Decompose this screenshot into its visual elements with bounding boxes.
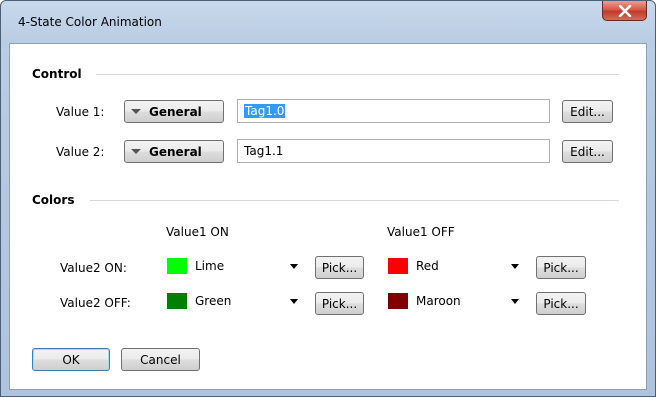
- control-section-label: Control: [32, 67, 82, 81]
- close-icon: [618, 4, 631, 17]
- value2-type-dropdown[interactable]: General: [124, 140, 224, 163]
- control-divider: [96, 74, 619, 75]
- value2-tag-input[interactable]: Tag1.1: [237, 139, 550, 163]
- combo-arrow-icon: [511, 299, 519, 304]
- window-title: 4-State Color Animation: [18, 15, 162, 29]
- value1-type-dropdown[interactable]: General: [124, 100, 224, 123]
- color-name: Green: [195, 293, 232, 308]
- color-name: Maroon: [416, 293, 461, 308]
- combo-arrow-icon: [290, 264, 298, 269]
- green-swatch: [167, 292, 187, 309]
- colors-section-label: Colors: [32, 193, 75, 207]
- value1-tag-text: Tag1.0: [244, 104, 286, 118]
- close-button[interactable]: [602, 1, 647, 21]
- value2-label: Value 2:: [56, 145, 105, 159]
- value2on-value1on-color-select[interactable]: Lime: [164, 254, 304, 277]
- title-bar[interactable]: 4-State Color Animation: [1, 1, 655, 43]
- value2-tag-text: Tag1.1: [244, 144, 284, 158]
- pick-button-r1c1[interactable]: Pick...: [315, 256, 364, 279]
- pick-button-r2c2[interactable]: Pick...: [536, 292, 586, 315]
- cancel-button[interactable]: Cancel: [121, 348, 200, 371]
- value2-type-label: General: [149, 144, 202, 159]
- colors-divider: [90, 200, 619, 201]
- color-name: Lime: [195, 258, 225, 273]
- pick-button-r2c1[interactable]: Pick...: [315, 292, 364, 315]
- dropdown-arrow-icon: [131, 149, 141, 154]
- value2on-value1off-color-select[interactable]: Red: [385, 254, 525, 277]
- value1-off-column-header: Value1 OFF: [387, 225, 455, 239]
- value2-on-label: Value2 ON:: [60, 261, 127, 275]
- value1-edit-button[interactable]: Edit...: [562, 100, 613, 123]
- value2off-value1on-color-select[interactable]: Green: [164, 289, 304, 312]
- combo-arrow-icon: [290, 299, 298, 304]
- color-name: Red: [416, 258, 439, 273]
- dropdown-arrow-icon: [131, 109, 141, 114]
- value1-on-column-header: Value1 ON: [166, 225, 229, 239]
- value1-tag-input[interactable]: Tag1.0: [237, 99, 550, 123]
- value1-type-label: General: [149, 104, 202, 119]
- maroon-swatch: [388, 292, 408, 309]
- value2-edit-button[interactable]: Edit...: [562, 140, 613, 163]
- value1-label: Value 1:: [56, 105, 105, 119]
- dialog-client-area: Control Value 1: General Tag1.0 Edit... …: [9, 43, 647, 390]
- lime-swatch: [167, 257, 187, 274]
- ok-button[interactable]: OK: [32, 348, 110, 371]
- red-swatch: [388, 257, 408, 274]
- value2off-value1off-color-select[interactable]: Maroon: [385, 289, 525, 312]
- dialog-window: 4-State Color Animation Control Value 1:…: [0, 0, 656, 397]
- pick-button-r1c2[interactable]: Pick...: [536, 256, 586, 279]
- value2-off-label: Value2 OFF:: [60, 296, 131, 310]
- combo-arrow-icon: [511, 264, 519, 269]
